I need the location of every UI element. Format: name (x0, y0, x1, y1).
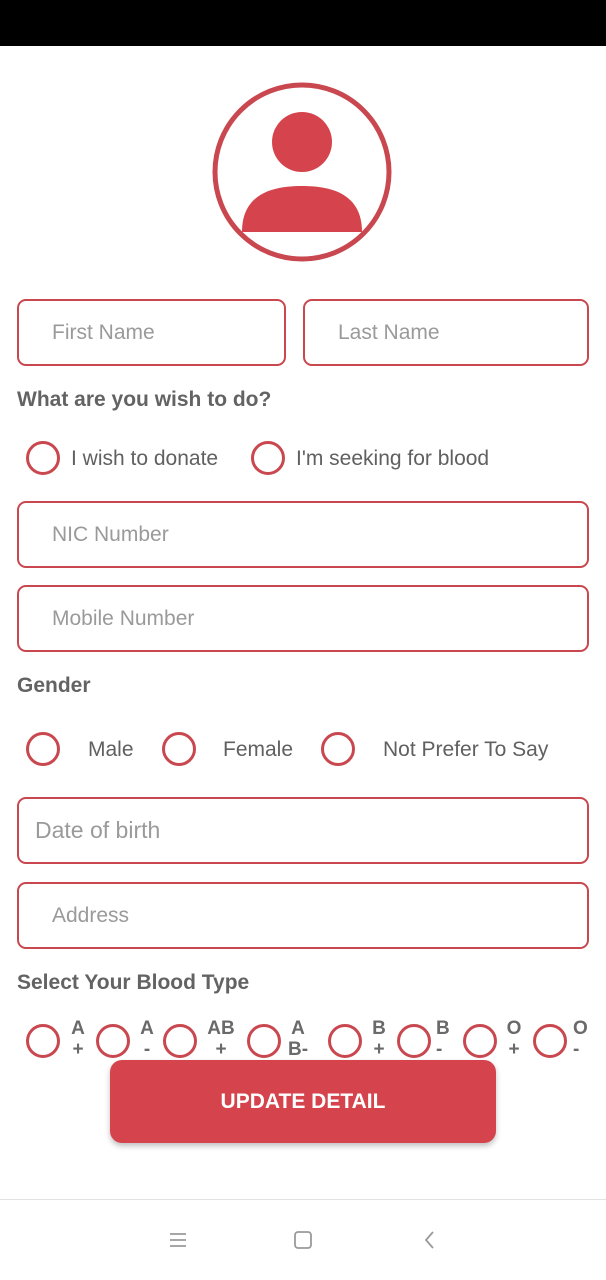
blood-b-positive-label: B + (372, 1018, 386, 1060)
square-home-icon[interactable] (291, 1228, 315, 1252)
radio-female[interactable] (162, 732, 196, 766)
radio-not-prefer[interactable] (321, 732, 355, 766)
radio-male[interactable] (26, 732, 60, 766)
blood-o-negative-label: O- (573, 1018, 588, 1060)
chevron-left-icon[interactable] (418, 1228, 442, 1252)
update-detail-button[interactable]: UPDATE DETAIL (110, 1060, 496, 1143)
gender-label: Gender (17, 674, 91, 697)
radio-blood-b-positive[interactable] (328, 1024, 362, 1058)
radio-seeking-blood[interactable] (251, 441, 285, 475)
radio-male-label: Male (88, 738, 134, 761)
user-avatar-icon[interactable] (212, 82, 392, 262)
nic-number-input[interactable] (17, 501, 589, 568)
radio-blood-a-negative[interactable] (96, 1024, 130, 1058)
radio-donate-label: I wish to donate (71, 447, 219, 470)
blood-b-negative-label: B- (436, 1018, 450, 1060)
radio-blood-b-negative[interactable] (397, 1024, 431, 1058)
radio-blood-ab-negative[interactable] (247, 1024, 281, 1058)
last-name-input[interactable] (303, 299, 589, 366)
mobile-number-input[interactable] (17, 585, 589, 652)
radio-donate[interactable] (26, 441, 60, 475)
radio-seeking-blood-label: I'm seeking for blood (296, 447, 490, 470)
blood-o-positive-label: O + (506, 1018, 522, 1060)
menu-icon[interactable] (166, 1228, 190, 1252)
first-name-input[interactable] (17, 299, 286, 366)
system-nav-bar (0, 1199, 606, 1280)
wish-question-label: What are you wish to do? (17, 388, 272, 411)
radio-blood-a-positive[interactable] (26, 1024, 60, 1058)
radio-blood-o-positive[interactable] (463, 1024, 497, 1058)
radio-blood-o-negative[interactable] (533, 1024, 567, 1058)
radio-female-label: Female (223, 738, 294, 761)
radio-blood-ab-positive[interactable] (163, 1024, 197, 1058)
blood-ab-negative-label: A B- (287, 1018, 309, 1060)
status-bar (0, 0, 606, 46)
blood-type-label: Select Your Blood Type (17, 971, 250, 994)
radio-not-prefer-label: Not Prefer To Say (383, 738, 549, 761)
blood-a-negative-label: A- (140, 1018, 154, 1060)
blood-ab-positive-label: AB + (207, 1018, 235, 1060)
blood-a-positive-label: A + (71, 1018, 85, 1060)
address-input[interactable] (17, 882, 589, 949)
date-of-birth-input[interactable] (17, 797, 589, 864)
